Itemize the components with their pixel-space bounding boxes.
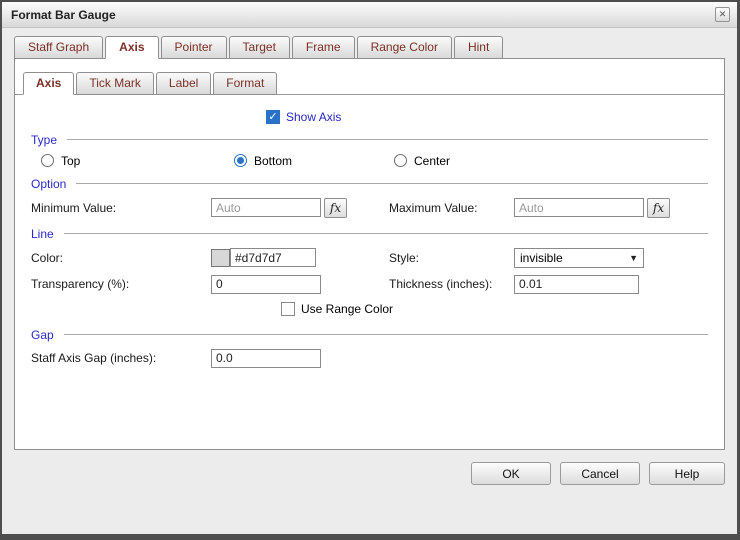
- line-section-header: Line: [31, 227, 708, 241]
- radio-top-icon: [41, 154, 54, 167]
- tab-target[interactable]: Target: [229, 36, 290, 59]
- sub-tabbar: Axis Tick Mark Label Format: [15, 65, 724, 95]
- minimum-value-label: Minimum Value:: [31, 201, 211, 215]
- option-section-label: Option: [31, 177, 76, 191]
- radio-bottom-label: Bottom: [254, 154, 292, 168]
- tab-staff-graph[interactable]: Staff Graph: [14, 36, 103, 59]
- option-section-header: Option: [31, 177, 708, 191]
- radio-center[interactable]: Center: [394, 154, 450, 168]
- color-label: Color:: [31, 251, 211, 265]
- dialog-footer: OK Cancel Help: [14, 462, 725, 485]
- tab-axis[interactable]: Axis: [105, 36, 158, 59]
- style-label: Style:: [389, 251, 514, 265]
- subtab-axis[interactable]: Axis: [23, 72, 74, 95]
- line-section-label: Line: [31, 227, 64, 241]
- section-divider: [64, 334, 708, 335]
- radio-center-icon: [394, 154, 407, 167]
- radio-top[interactable]: Top: [41, 154, 234, 168]
- transparency-input[interactable]: [211, 275, 321, 294]
- radio-bottom[interactable]: Bottom: [234, 154, 394, 168]
- use-range-color-checkbox[interactable]: Use Range Color: [281, 302, 393, 316]
- axis-panel: Axis Tick Mark Label Format ✓ Show Axis …: [14, 58, 725, 450]
- type-section-label: Type: [31, 133, 67, 147]
- show-axis-label: Show Axis: [286, 110, 341, 124]
- type-section-header: Type: [31, 133, 708, 147]
- color-input[interactable]: [230, 248, 316, 267]
- close-icon[interactable]: ✕: [715, 7, 730, 22]
- section-divider: [67, 139, 708, 140]
- use-range-color-label: Use Range Color: [301, 302, 393, 316]
- staff-axis-gap-label: Staff Axis Gap (inches):: [31, 351, 211, 365]
- tab-pointer[interactable]: Pointer: [161, 36, 227, 59]
- cancel-button[interactable]: Cancel: [560, 462, 640, 485]
- dialog-title: Format Bar Gauge: [11, 8, 116, 22]
- gap-section-label: Gap: [31, 328, 64, 342]
- chevron-down-icon: ▼: [629, 253, 638, 263]
- tab-frame[interactable]: Frame: [292, 36, 355, 59]
- ok-button[interactable]: OK: [471, 462, 551, 485]
- radio-center-label: Center: [414, 154, 450, 168]
- dialog-format-bar-gauge: Format Bar Gauge ✕ Staff Graph Axis Poin…: [0, 0, 740, 540]
- maximum-value-input[interactable]: [514, 198, 644, 217]
- axis-type-radio-group: Top Bottom Center: [31, 154, 708, 168]
- thickness-label: Thickness (inches):: [389, 277, 514, 291]
- color-swatch[interactable]: [211, 249, 230, 267]
- title-bar: Format Bar Gauge ✕: [2, 2, 737, 28]
- help-button[interactable]: Help: [649, 462, 725, 485]
- tab-hint[interactable]: Hint: [454, 36, 503, 59]
- subtab-format[interactable]: Format: [213, 72, 277, 95]
- radio-top-label: Top: [61, 154, 80, 168]
- section-divider: [64, 233, 708, 234]
- thickness-input[interactable]: [514, 275, 639, 294]
- staff-axis-gap-input[interactable]: [211, 349, 321, 368]
- checkbox-check-icon: ✓: [266, 110, 280, 124]
- main-tabbar: Staff Graph Axis Pointer Target Frame Ra…: [2, 28, 737, 59]
- transparency-label: Transparency (%):: [31, 277, 211, 291]
- minimum-value-input[interactable]: [211, 198, 321, 217]
- subtab-tick-mark[interactable]: Tick Mark: [76, 72, 154, 95]
- gap-section-header: Gap: [31, 328, 708, 342]
- subtab-label[interactable]: Label: [156, 72, 211, 95]
- show-axis-checkbox[interactable]: ✓ Show Axis: [266, 110, 341, 124]
- section-divider: [76, 183, 708, 184]
- style-select-value: invisible: [520, 251, 563, 265]
- maximum-value-label: Maximum Value:: [389, 201, 514, 215]
- maximum-fx-button[interactable]: fx: [647, 198, 670, 218]
- radio-bottom-icon: [234, 154, 247, 167]
- minimum-fx-button[interactable]: fx: [324, 198, 347, 218]
- checkbox-icon: [281, 302, 295, 316]
- style-select[interactable]: invisible ▼: [514, 248, 644, 268]
- tab-range-color[interactable]: Range Color: [357, 36, 452, 59]
